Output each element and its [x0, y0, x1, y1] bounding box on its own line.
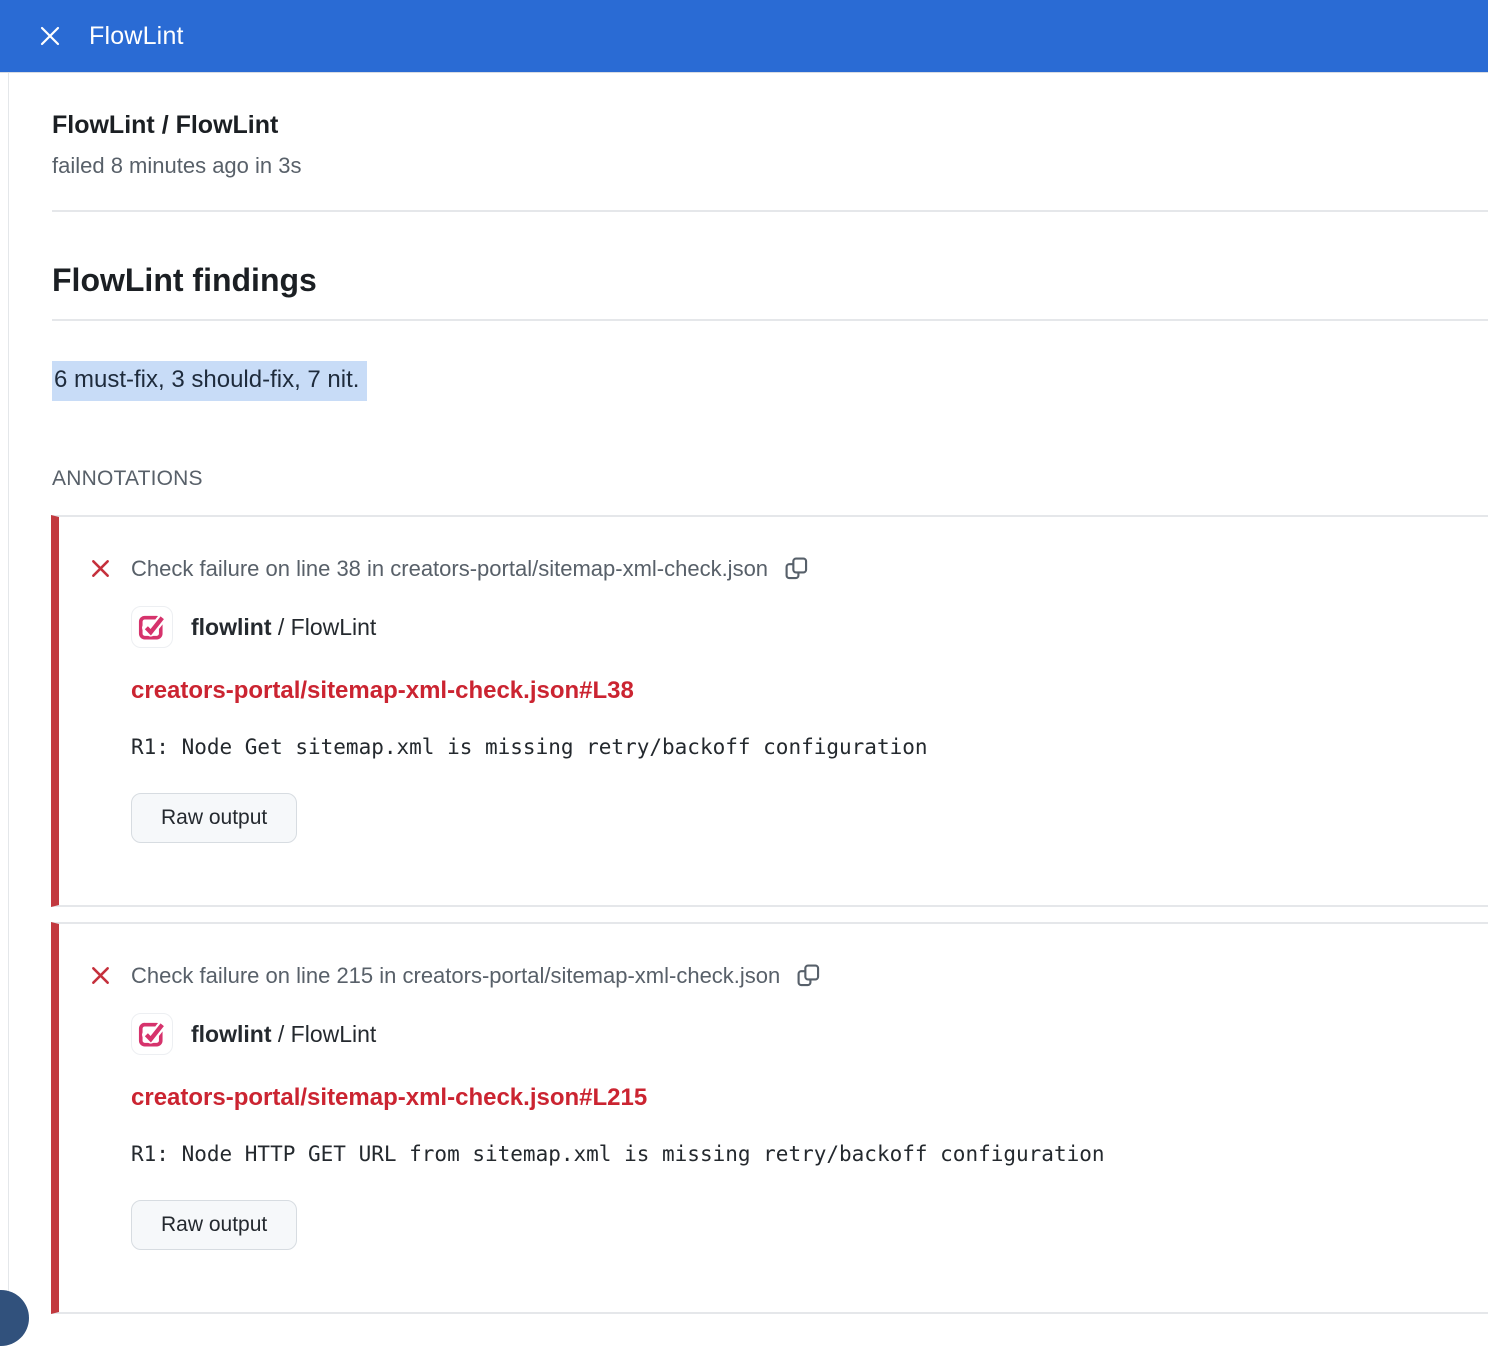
- raw-output-button[interactable]: Raw output: [131, 1200, 297, 1250]
- failure-x-icon: [89, 964, 112, 987]
- close-icon: [38, 24, 62, 48]
- annotation-message: R1: Node Get sitemap.xml is missing retr…: [131, 735, 1488, 759]
- annotations-list: Check failure on line 38 in creators-por…: [51, 515, 1488, 1314]
- annotation-header-row: Check failure on line 38 in creators-por…: [89, 555, 1488, 582]
- copy-path-button[interactable]: [783, 555, 810, 582]
- copy-path-button[interactable]: [795, 962, 822, 989]
- annotation-card: Check failure on line 215 in creators-po…: [51, 922, 1488, 1314]
- annotation-card: Check failure on line 38 in creators-por…: [51, 515, 1488, 907]
- annotation-header: Check failure on line 38 in creators-por…: [131, 556, 768, 582]
- header-title: FlowLint: [89, 22, 184, 51]
- check-run-header: FlowLint: [0, 0, 1488, 73]
- divider: [52, 210, 1488, 212]
- check-run-panel: FlowLint / FlowLint failed 8 minutes ago…: [8, 73, 1488, 1316]
- findings-summary: 6 must-fix, 3 should-fix, 7 nit.: [52, 361, 367, 401]
- close-button[interactable]: [37, 23, 63, 49]
- annotation-file-link[interactable]: creators-portal/sitemap-xml-check.json#L…: [131, 1084, 647, 1112]
- annotations-section-label: ANNOTATIONS: [52, 467, 1488, 491]
- copy-icon: [783, 555, 810, 582]
- annotation-file-link[interactable]: creators-portal/sitemap-xml-check.json#L…: [131, 677, 634, 705]
- app-title: flowlint / FlowLint: [191, 1021, 376, 1048]
- app-row: flowlint / FlowLint: [131, 1013, 1488, 1055]
- app-name: flowlint: [191, 1021, 271, 1047]
- annotation-header-row: Check failure on line 215 in creators-po…: [89, 962, 1488, 989]
- divider: [52, 319, 1488, 321]
- raw-output-button[interactable]: Raw output: [131, 793, 297, 843]
- app-suffix: / FlowLint: [271, 1021, 376, 1047]
- failure-x-icon: [89, 557, 112, 580]
- annotation-message: R1: Node HTTP GET URL from sitemap.xml i…: [131, 1142, 1488, 1166]
- run-status: failed 8 minutes ago in 3s: [52, 153, 1488, 179]
- checkbox-icon: [137, 1019, 167, 1049]
- copy-icon: [795, 962, 822, 989]
- checkbox-icon: [137, 612, 167, 642]
- findings-summary-row: 6 must-fix, 3 should-fix, 7 nit.: [52, 361, 1488, 401]
- flowlint-app-icon: [131, 1013, 173, 1055]
- run-title: FlowLint / FlowLint: [52, 111, 1488, 140]
- annotation-header: Check failure on line 215 in creators-po…: [131, 963, 780, 989]
- app-title: flowlint / FlowLint: [191, 614, 376, 641]
- app-suffix: / FlowLint: [271, 614, 376, 640]
- app-name: flowlint: [191, 614, 271, 640]
- flowlint-app-icon: [131, 606, 173, 648]
- findings-heading: FlowLint findings: [52, 262, 1488, 299]
- app-row: flowlint / FlowLint: [131, 606, 1488, 648]
